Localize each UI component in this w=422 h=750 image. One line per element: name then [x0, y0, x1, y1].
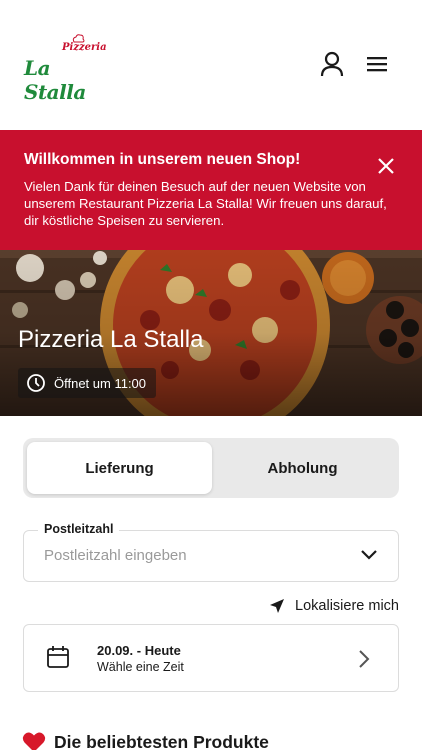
chevron-right-icon: [359, 650, 370, 668]
tab-delivery[interactable]: Lieferung: [27, 442, 212, 494]
opening-hours-badge: Öffnet um 11:00: [18, 368, 157, 398]
restaurant-name: Pizzeria La Stalla: [18, 326, 204, 353]
close-icon[interactable]: [376, 156, 396, 176]
app-header: Pizzeria La Stalla: [0, 0, 422, 130]
menu-icon[interactable]: [363, 50, 391, 78]
locate-me-label: Lokalisiere mich: [295, 598, 399, 614]
logo-small-text: Pizzeria: [62, 42, 107, 53]
selected-date: 20.09. - Heute: [97, 643, 181, 658]
logo[interactable]: Pizzeria La Stalla: [24, 34, 107, 104]
clock-icon: [27, 374, 45, 392]
order-mode-toggle: Lieferung Abholung: [23, 438, 399, 498]
time-selector[interactable]: 20.09. - Heute Wähle eine Zeit: [23, 624, 399, 692]
banner-text: Vielen Dank für deinen Besuch auf der ne…: [24, 179, 387, 228]
heart-icon: [22, 732, 46, 750]
banner-title: Willkommen in unserem neuen Shop!: [24, 151, 301, 168]
user-icon[interactable]: [318, 50, 346, 78]
postal-code-label: Postleitzahl: [38, 522, 120, 536]
chevron-down-icon[interactable]: [360, 549, 378, 561]
welcome-banner: Willkommen in unserem neuen Shop! Vielen…: [0, 130, 422, 250]
tab-pickup[interactable]: Abholung: [210, 442, 395, 494]
calendar-icon: [47, 646, 69, 668]
location-arrow-icon: [270, 599, 285, 613]
postal-code-input[interactable]: [44, 547, 344, 564]
time-hint: Wähle eine Zeit: [97, 660, 184, 674]
popular-products-heading: Die beliebtesten Produkte: [22, 731, 269, 750]
postal-code-field[interactable]: Postleitzahl: [23, 522, 399, 582]
popular-products-title: Die beliebtesten Produkte: [54, 731, 269, 750]
opening-hours-text: Öffnet um 11:00: [54, 375, 147, 391]
logo-main-text: La Stalla: [24, 56, 86, 104]
hero-image: Pizzeria La Stalla Öffnet um 11:00: [0, 250, 422, 416]
locate-me-button[interactable]: Lokalisiere mich: [269, 598, 399, 614]
